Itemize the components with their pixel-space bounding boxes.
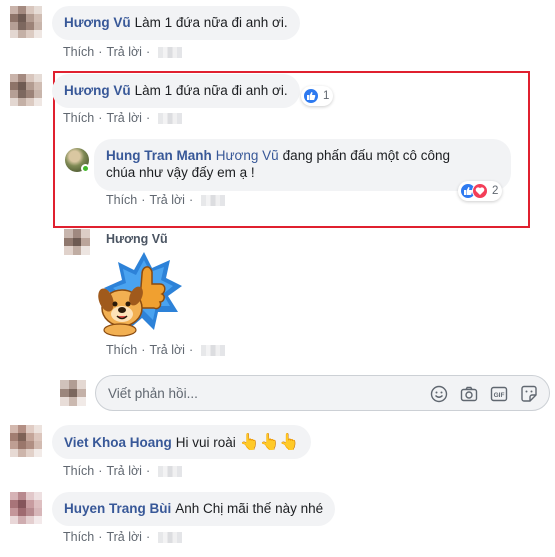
like-link[interactable]: Thích — [106, 343, 137, 357]
reply-input[interactable] — [108, 376, 408, 410]
reply-link[interactable]: Trả lời — [106, 111, 142, 125]
like-link[interactable]: Thích — [63, 45, 94, 59]
comment-actions: Thích · Trả lời · — [63, 464, 183, 478]
timestamp[interactable] — [158, 466, 183, 478]
gif-icon[interactable]: GIF — [489, 384, 509, 404]
reply-text-line1: đang phấn đấu một cô công — [282, 148, 451, 163]
reaction-summary[interactable]: 1 — [301, 86, 334, 106]
comment-bubble: Huyen Trang Bùi Anh Chị mãi thế này nhé — [52, 492, 336, 526]
timestamp[interactable] — [158, 113, 183, 125]
like-link[interactable]: Thích — [63, 464, 94, 478]
online-status-icon — [81, 164, 90, 173]
comment-author[interactable]: Hương Vũ — [64, 15, 131, 30]
avatar[interactable] — [10, 425, 42, 457]
reply-text-line2: chúa như vậy đấy em ạ ! — [106, 165, 255, 180]
comment-actions: Thích · Trả lời · — [63, 45, 183, 59]
avatar[interactable] — [10, 74, 42, 106]
comment-text: Làm 1 đứa nữa đi anh ơi. — [134, 83, 288, 98]
comment-bubble: Hương Vũ Làm 1 đứa nữa đi anh ơi. — [52, 6, 300, 40]
like-link[interactable]: Thích — [63, 530, 94, 544]
avatar[interactable] — [64, 229, 90, 255]
mention-link[interactable]: Hương Vũ — [216, 148, 279, 163]
dog-thumbs-up-sticker[interactable] — [92, 250, 184, 338]
like-link[interactable]: Thích — [63, 111, 94, 125]
reply-link[interactable]: Trả lời — [149, 193, 185, 207]
reply-link[interactable]: Trả lời — [106, 530, 142, 544]
avatar[interactable] — [10, 6, 42, 38]
comment-bubble: Viet Khoa Hoang Hi vui roài 👆👆👆 — [52, 425, 312, 459]
camera-icon[interactable] — [459, 384, 479, 404]
reply-author[interactable]: Hung Tran Manh — [106, 148, 212, 163]
timestamp[interactable] — [158, 47, 183, 59]
svg-text:GIF: GIF — [494, 392, 505, 399]
avatar[interactable] — [10, 492, 42, 524]
reaction-count: 2 — [492, 185, 499, 197]
reply-bubble: Hung Tran Manh Hương Vũ đang phấn đấu một … — [94, 139, 511, 191]
comment-text: Anh Chị mãi thế này nhé — [175, 501, 324, 516]
reply-box[interactable]: GIF — [95, 375, 550, 411]
reaction-count: 1 — [323, 90, 330, 102]
comment-bubble: Hương Vũ Làm 1 đứa nữa đi anh ơi. — [52, 74, 300, 108]
comment-author[interactable]: Viet Khoa Hoang — [64, 435, 172, 450]
timestamp[interactable] — [158, 532, 183, 544]
comment-text: Làm 1 đứa nữa đi anh ơi. — [134, 15, 288, 30]
avatar — [60, 380, 86, 406]
reply-link[interactable]: Trả lời — [149, 343, 185, 357]
like-link[interactable]: Thích — [106, 193, 137, 207]
reply-link[interactable]: Trả lời — [106, 45, 142, 59]
reply-author[interactable]: Hương Vũ — [106, 232, 168, 246]
reply-link[interactable]: Trả lời — [106, 464, 142, 478]
smiley-icon[interactable] — [429, 384, 449, 404]
reaction-summary[interactable]: 2 — [458, 181, 503, 201]
sticker-icon[interactable] — [519, 384, 539, 404]
timestamp[interactable] — [201, 345, 226, 357]
love-reaction-icon — [472, 183, 488, 199]
reply-actions: Thích · Trả lời · — [106, 343, 226, 357]
reply-actions: Thích · Trả lời · — [106, 193, 226, 207]
comment-actions: Thích · Trả lời · — [63, 530, 183, 544]
pointing-up-hands-icon: 👆👆👆 — [239, 432, 300, 451]
like-reaction-icon — [303, 88, 319, 104]
comment-author[interactable]: Huyen Trang Bùi — [64, 501, 171, 516]
comment-text: Hi vui roài — [175, 435, 236, 450]
comment-author[interactable]: Hương Vũ — [64, 83, 131, 98]
timestamp[interactable] — [201, 195, 226, 207]
comment-actions: Thích · Trả lời · — [63, 111, 183, 125]
